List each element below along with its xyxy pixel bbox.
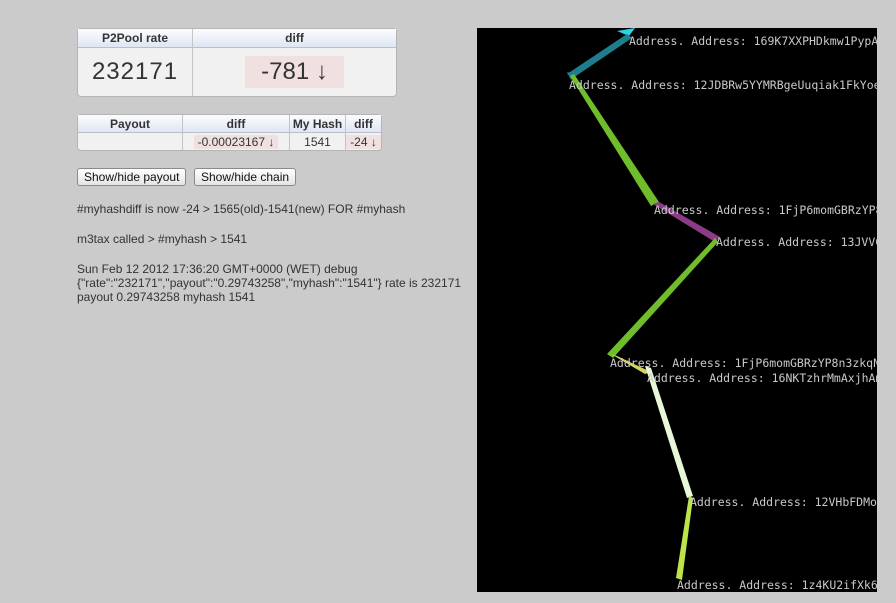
payout-table: Payout diff My Hash diff -0.00023167 ↓ 1… bbox=[77, 114, 382, 151]
log-debug-json: {"rate":"232171","payout":"0.29743258","… bbox=[77, 276, 462, 290]
chain-label: Address. Address: 12JDBRw5YYMRBgeUuqiak1… bbox=[569, 78, 877, 92]
chain-edge bbox=[570, 74, 659, 206]
payout-header: Payout bbox=[78, 115, 183, 133]
log-debug: Sun Feb 12 2012 17:36:20 GMT+0000 (WET) … bbox=[77, 262, 472, 304]
chain-edge bbox=[607, 238, 718, 358]
myhash-diff-header: diff bbox=[346, 115, 381, 133]
rate-cell: 232171 bbox=[78, 48, 193, 96]
chain-visualization[interactable]: Address. Address: 169K7XXPHDkmw1PypAf Ad… bbox=[477, 28, 877, 592]
payout-value bbox=[78, 133, 183, 150]
chain-edge bbox=[567, 34, 632, 78]
myhash-header: My Hash bbox=[290, 115, 346, 133]
chain-label: Address. Address: 1FjP6momGBRzYP8n3zkqNT bbox=[610, 356, 877, 370]
myhash-value: 1541 bbox=[290, 133, 346, 150]
payout-diff-cell: -0.00023167 ↓ bbox=[183, 133, 290, 150]
rate-diff-cell: -781 ↓ bbox=[193, 48, 396, 96]
payout-diff-value: -0.00023167 ↓ bbox=[193, 134, 279, 149]
chain-edge bbox=[645, 366, 693, 498]
show-hide-payout-button[interactable]: Show/hide payout bbox=[77, 168, 187, 186]
chain-label: Address. Address: 12VHbFDMoo bbox=[690, 495, 877, 509]
log-debug-payout: payout 0.29743258 myhash 1541 bbox=[77, 290, 256, 304]
rate-value: 232171 bbox=[91, 58, 179, 85]
show-hide-chain-button[interactable]: Show/hide chain bbox=[194, 168, 297, 186]
myhash-diff-cell: -24 ↓ bbox=[346, 133, 381, 150]
rate-diff-value: -781 ↓ bbox=[245, 56, 344, 88]
log-myhashdiff: #myhashdiff is now -24 > 1565(old)-1541(… bbox=[77, 202, 406, 216]
chain-label: Address. Address: 1z4KU2ifXk6G bbox=[677, 578, 877, 592]
chain-label: Address. Address: 169K7XXPHDkmw1PypAf bbox=[629, 34, 877, 48]
chain-label: Address. Address: 13JVVC bbox=[716, 235, 877, 249]
log-debug-timestamp: Sun Feb 12 2012 17:36:20 GMT+0000 (WET) … bbox=[77, 262, 358, 276]
rate-table: P2Pool rate diff 232171 -781 ↓ bbox=[77, 28, 397, 97]
chain-label: Address. Address: 1FjP6momGBRzYP8r bbox=[654, 203, 877, 217]
log-m3tax: m3tax called > #myhash > 1541 bbox=[77, 232, 248, 246]
rate-header: P2Pool rate bbox=[78, 29, 193, 48]
diff-header: diff bbox=[193, 29, 396, 48]
chain-label: Address. Address: 16NKTzhrMmAxjhAm5 bbox=[647, 371, 877, 385]
myhash-diff-value: -24 ↓ bbox=[346, 134, 381, 149]
payout-diff-header: diff bbox=[183, 115, 290, 133]
